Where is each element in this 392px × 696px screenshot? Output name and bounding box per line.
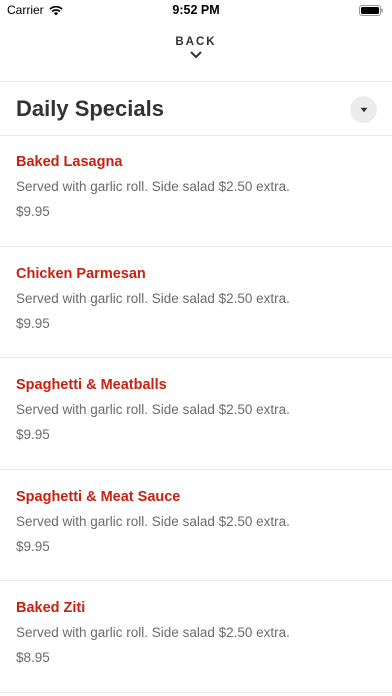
battery-icon <box>359 5 383 16</box>
item-name: Spaghetti & Meat Sauce <box>16 488 181 505</box>
item-price: $9.95 <box>16 204 50 219</box>
item-price: $8.95 <box>16 650 50 665</box>
section-dropdown-button[interactable] <box>350 96 377 123</box>
item-name: Baked Ziti <box>16 600 86 616</box>
menu-item[interactable]: Baked Lasagna Served with garlic roll. S… <box>0 135 392 247</box>
back-label: BACK <box>175 36 217 48</box>
menu-item[interactable]: Spaghetti & Meatballs Served with garlic… <box>0 358 392 470</box>
caret-down-icon <box>360 107 367 112</box>
status-time: 9:52 PM <box>172 3 220 17</box>
item-price: $9.95 <box>16 427 50 442</box>
menu-item[interactable]: Chicken Parmesan Served with garlic roll… <box>0 247 392 358</box>
item-description: Served with garlic roll. Side salad $2.5… <box>16 402 290 417</box>
item-name: Baked Lasagna <box>16 154 123 170</box>
item-description: Served with garlic roll. Side salad $2.5… <box>16 625 290 640</box>
menu-item[interactable]: Baked Ziti Served with garlic roll. Side… <box>0 581 392 693</box>
section-title: Daily Specials <box>16 96 164 121</box>
back-button[interactable]: BACK <box>0 36 392 59</box>
item-description: Served with garlic roll. Side salad $2.5… <box>16 513 290 529</box>
item-name: Spaghetti & Meatballs <box>16 377 167 393</box>
section-header: Daily Specials <box>0 82 392 135</box>
chevron-down-icon <box>190 51 202 58</box>
item-description: Served with garlic roll. Side salad $2.5… <box>16 290 290 306</box>
status-bar: Carrier 9:52 PM <box>0 0 392 22</box>
menu-item[interactable]: Spaghetti & Meat Sauce Served with garli… <box>0 470 392 581</box>
item-description: Served with garlic roll. Side salad $2.5… <box>16 179 290 194</box>
item-price: $9.95 <box>16 538 50 554</box>
item-name: Chicken Parmesan <box>16 265 146 282</box>
menu-list: Baked Lasagna Served with garlic roll. S… <box>0 135 392 693</box>
item-price: $9.95 <box>16 315 50 331</box>
